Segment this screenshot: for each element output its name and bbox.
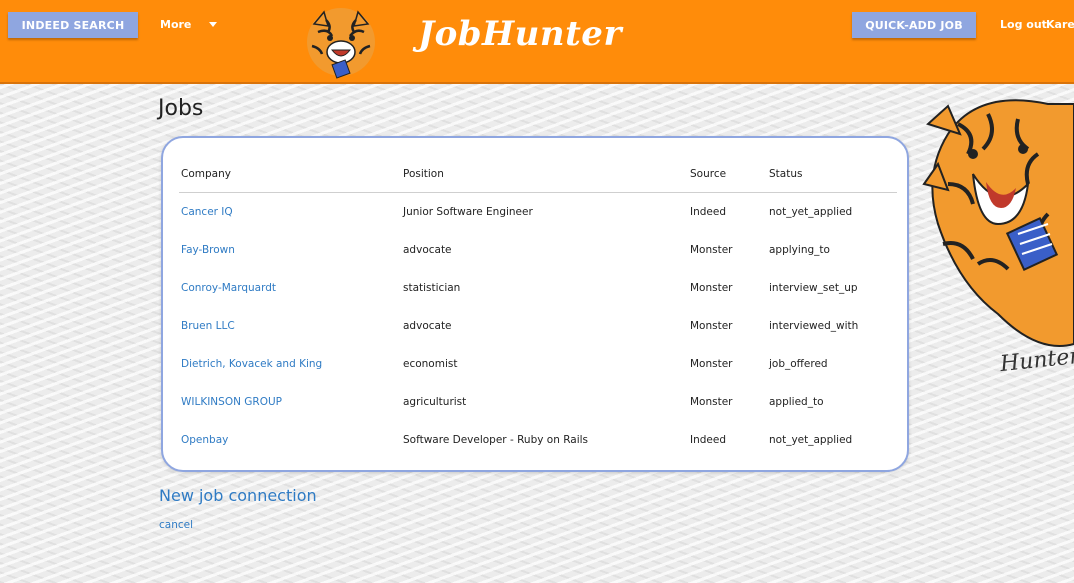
position-cell: advocate bbox=[403, 320, 452, 332]
company-link[interactable]: Dietrich, Kovacek and King bbox=[181, 358, 322, 370]
company-cell: Bruen LLC bbox=[179, 307, 401, 345]
jobs-table: Company Position Source Status Cancer IQ… bbox=[179, 156, 897, 459]
quick-add-job-button[interactable]: QUICK-ADD JOB bbox=[852, 12, 976, 38]
column-header-company: Company bbox=[179, 156, 401, 193]
position-cell: Junior Software Engineer bbox=[403, 206, 533, 218]
cancel-link[interactable]: cancel bbox=[159, 519, 193, 531]
brand-logo-text[interactable]: JobHunter bbox=[418, 14, 622, 54]
source-cell: Monster bbox=[690, 282, 733, 294]
column-header-position: Position bbox=[401, 156, 688, 193]
position-cell: advocate bbox=[403, 244, 452, 256]
status-cell: interviewed_with bbox=[769, 320, 859, 332]
position-cell: statistician bbox=[403, 282, 461, 294]
status-cell: applied_to bbox=[769, 396, 824, 408]
source-cell: Indeed bbox=[690, 206, 727, 218]
company-link[interactable]: Fay-Brown bbox=[181, 244, 235, 256]
company-cell: Dietrich, Kovacek and King bbox=[179, 345, 401, 383]
company-cell: Fay-Brown bbox=[179, 231, 401, 269]
column-header-status: Status bbox=[767, 156, 897, 193]
status-cell: interview_set_up bbox=[769, 282, 858, 294]
status-cell: job_offered bbox=[769, 358, 828, 370]
source-cell: Monster bbox=[690, 358, 733, 370]
new-job-connection-link[interactable]: New job connection bbox=[159, 486, 317, 505]
table-row: Conroy-Marquardt statistician Monster in… bbox=[179, 269, 897, 307]
chevron-down-icon bbox=[209, 22, 218, 27]
indeed-search-button[interactable]: INDEED SEARCH bbox=[8, 12, 138, 38]
status-cell: not_yet_applied bbox=[769, 434, 853, 446]
source-cell: Indeed bbox=[690, 434, 727, 446]
user-name-link[interactable]: Karen bbox=[1046, 18, 1074, 31]
table-row: WILKINSON GROUP agriculturist Monster ap… bbox=[179, 383, 897, 421]
top-navbar: INDEED SEARCH More JobHunter QUICK-ADD J… bbox=[0, 0, 1074, 84]
status-cell: applying_to bbox=[769, 244, 830, 256]
table-header-row: Company Position Source Status bbox=[179, 156, 897, 193]
table-row: Fay-Brown advocate Monster applying_to bbox=[179, 231, 897, 269]
page-title: Jobs bbox=[158, 96, 204, 121]
source-cell: Monster bbox=[690, 396, 733, 408]
company-link[interactable]: WILKINSON GROUP bbox=[181, 396, 282, 408]
table-row: Dietrich, Kovacek and King economist Mon… bbox=[179, 345, 897, 383]
status-cell: not_yet_applied bbox=[769, 206, 853, 218]
source-cell: Monster bbox=[690, 320, 733, 332]
company-link[interactable]: Cancer IQ bbox=[181, 206, 233, 218]
company-cell: WILKINSON GROUP bbox=[179, 383, 401, 421]
more-label: More bbox=[160, 18, 192, 31]
tiger-logo-icon bbox=[307, 8, 375, 79]
logout-link[interactable]: Log out bbox=[1000, 18, 1047, 31]
source-cell: Monster bbox=[690, 244, 733, 256]
position-cell: agriculturist bbox=[403, 396, 467, 408]
table-row: Cancer IQ Junior Software Engineer Indee… bbox=[179, 193, 897, 232]
company-cell: Cancer IQ bbox=[179, 193, 401, 232]
position-cell: economist bbox=[403, 358, 458, 370]
company-cell: Conroy-Marquardt bbox=[179, 269, 401, 307]
position-cell: Software Developer - Ruby on Rails bbox=[403, 434, 589, 446]
company-link[interactable]: Bruen LLC bbox=[181, 320, 235, 332]
more-dropdown[interactable]: More bbox=[160, 18, 218, 31]
table-row: Openbay Software Developer - Ruby on Rai… bbox=[179, 421, 897, 459]
column-header-source: Source bbox=[688, 156, 767, 193]
company-cell: Openbay bbox=[179, 421, 401, 459]
table-row: Bruen LLC advocate Monster interviewed_w… bbox=[179, 307, 897, 345]
jobs-table-card: Company Position Source Status Cancer IQ… bbox=[161, 136, 909, 472]
company-link[interactable]: Conroy-Marquardt bbox=[181, 282, 276, 294]
company-link[interactable]: Openbay bbox=[181, 434, 228, 446]
